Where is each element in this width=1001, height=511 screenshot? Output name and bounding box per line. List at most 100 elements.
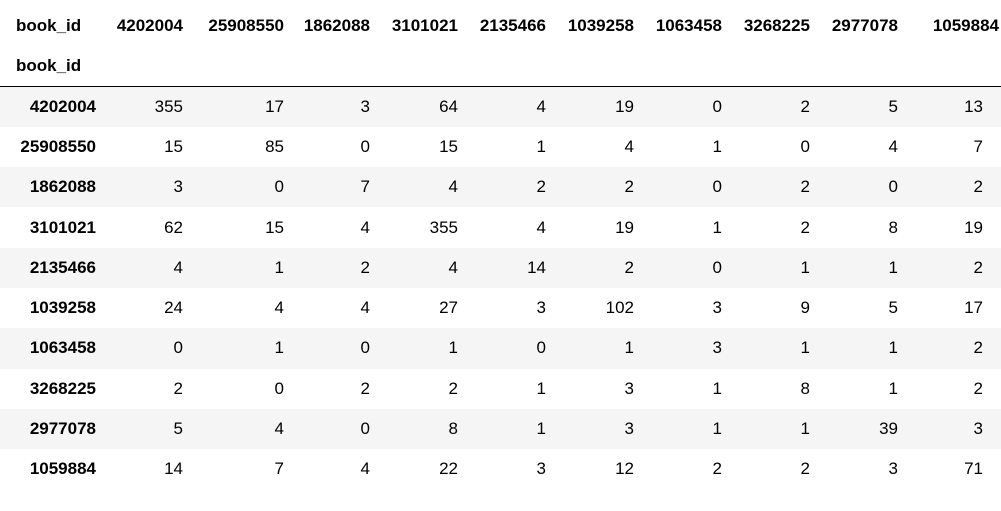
column-header: 3268225 xyxy=(743,16,810,35)
table-header: book_id 4202004 25908550 1862088 3101021 213… xyxy=(0,6,1001,87)
table-cell: 1 xyxy=(274,338,284,358)
table-cell: 355 xyxy=(154,96,183,116)
table-cell: 1 xyxy=(888,378,898,398)
table-cell: 14 xyxy=(527,257,546,277)
table-cell: 0 xyxy=(888,177,898,197)
table-cell: 1 xyxy=(536,419,546,439)
table-row: 4202004 355 17 3 64 4 19 0 2 5 13 xyxy=(0,86,1001,127)
table-cell: 2 xyxy=(712,459,722,479)
column-header: 2135466 xyxy=(479,16,546,35)
index-name-row-spacer xyxy=(292,46,378,87)
row-index-label: 1063458 xyxy=(29,338,96,358)
table-cell: 2 xyxy=(800,459,810,479)
table-cell: 14 xyxy=(164,459,183,479)
column-header: 4202004 xyxy=(116,16,183,35)
table-cell: 64 xyxy=(439,96,458,116)
table-cell: 0 xyxy=(173,338,183,358)
table-cell: 1 xyxy=(888,338,898,358)
table-cell: 8 xyxy=(448,419,458,439)
column-header: 1862088 xyxy=(303,16,370,35)
table-cell: 15 xyxy=(265,217,284,237)
index-name-row-spacer xyxy=(378,46,466,87)
table-cell: 1 xyxy=(624,338,634,358)
row-index-label: 1862088 xyxy=(29,177,96,197)
table-cell: 85 xyxy=(265,136,284,156)
table-cell: 0 xyxy=(712,257,722,277)
table-cell: 2 xyxy=(800,96,810,116)
table-cell: 4 xyxy=(624,136,634,156)
table-cell: 17 xyxy=(964,298,983,318)
table-cell: 4 xyxy=(360,298,370,318)
table-cell: 5 xyxy=(173,419,183,439)
table-cell: 2 xyxy=(624,177,634,197)
table-cell: 3 xyxy=(712,338,722,358)
table-cell: 2 xyxy=(360,257,370,277)
column-header: 1039258 xyxy=(567,16,634,35)
table-cell: 2 xyxy=(536,177,546,197)
table-cell: 15 xyxy=(439,136,458,156)
table-cell: 0 xyxy=(360,338,370,358)
column-header: 1059884 xyxy=(932,16,999,35)
table-cell: 2 xyxy=(973,338,983,358)
index-name-row-spacer xyxy=(642,46,730,87)
row-index-label: 25908550 xyxy=(20,136,96,156)
index-name-row-spacer xyxy=(191,46,292,87)
table-cell: 19 xyxy=(615,217,634,237)
table-cell: 1 xyxy=(800,419,810,439)
table-cell: 4 xyxy=(448,257,458,277)
row-index-label: 3101021 xyxy=(29,217,96,237)
table-cell: 1 xyxy=(274,257,284,277)
table-cell: 62 xyxy=(164,217,183,237)
table-row: 1862088 3 0 7 4 2 2 0 2 0 2 xyxy=(0,167,1001,208)
table-cell: 1 xyxy=(888,257,898,277)
table-cell: 2 xyxy=(624,257,634,277)
row-index-label: 2135466 xyxy=(29,257,96,277)
table-cell: 7 xyxy=(274,459,284,479)
table-cell: 19 xyxy=(615,96,634,116)
table-cell: 102 xyxy=(605,298,634,318)
table-row: 3268225 2 0 2 2 1 3 1 8 1 2 xyxy=(0,369,1001,409)
table-cell: 0 xyxy=(712,96,722,116)
table-cell: 2 xyxy=(973,257,983,277)
table-cell: 9 xyxy=(800,298,810,318)
table-cell: 4 xyxy=(173,257,183,277)
row-index-label: 1059884 xyxy=(29,459,96,479)
table-cell: 1 xyxy=(712,136,722,156)
table-row: 1063458 0 1 0 1 0 1 3 1 1 2 xyxy=(0,328,1001,369)
table-cell: 1 xyxy=(712,419,722,439)
table-cell: 3 xyxy=(624,419,634,439)
index-name-row-spacer xyxy=(466,46,554,87)
table-cell: 2 xyxy=(360,378,370,398)
table-row: 1039258 24 4 4 27 3 102 3 9 5 17 xyxy=(0,288,1001,328)
table-cell: 3 xyxy=(712,298,722,318)
table-cell: 3 xyxy=(536,459,546,479)
table-cell: 8 xyxy=(888,217,898,237)
table-cell: 13 xyxy=(964,96,983,116)
table-cell: 7 xyxy=(973,136,983,156)
table-cell: 2 xyxy=(800,217,810,237)
table-cell: 0 xyxy=(712,177,722,197)
index-name-row-spacer xyxy=(554,46,642,87)
table-cell: 0 xyxy=(360,136,370,156)
table-cell: 3 xyxy=(360,96,370,116)
table-cell: 0 xyxy=(360,419,370,439)
table-cell: 3 xyxy=(536,298,546,318)
table-cell: 3 xyxy=(173,177,183,197)
table-cell: 355 xyxy=(429,217,458,237)
table-cell: 7 xyxy=(360,177,370,197)
table-cell: 1 xyxy=(800,257,810,277)
table-cell: 19 xyxy=(964,217,983,237)
index-name-label: book_id xyxy=(0,46,104,87)
table-cell: 15 xyxy=(164,136,183,156)
table-cell: 3 xyxy=(973,419,983,439)
table-cell: 8 xyxy=(800,378,810,398)
table-cell: 1 xyxy=(712,378,722,398)
table-cell: 2 xyxy=(973,177,983,197)
columns-name-label: book_id xyxy=(16,16,82,35)
row-index-label: 4202004 xyxy=(29,96,96,116)
table-cell: 12 xyxy=(615,459,634,479)
row-index-label: 2977078 xyxy=(29,419,96,439)
index-name-row-spacer xyxy=(906,46,1001,87)
table-cell: 71 xyxy=(964,459,983,479)
column-header: 25908550 xyxy=(208,16,284,35)
